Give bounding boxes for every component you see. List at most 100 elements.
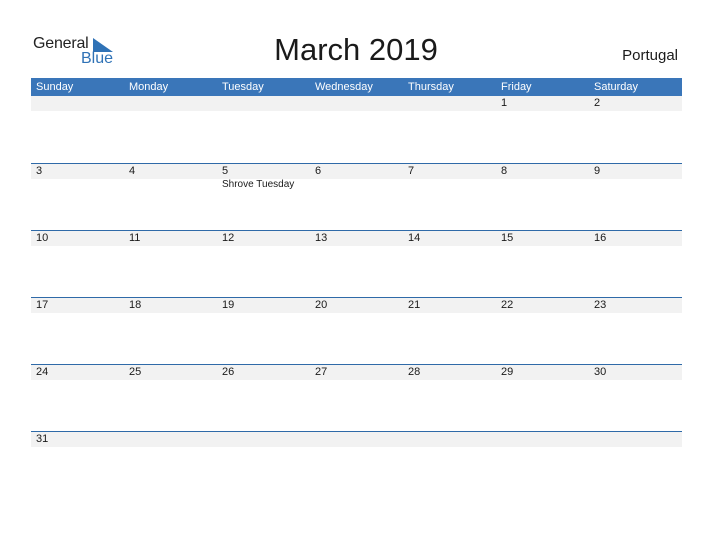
day-cell: 25 [124,365,217,431]
day-cell: 26 [217,365,310,431]
day-cell: 8 [496,164,589,230]
day-number: 5 [222,165,229,177]
calendar-week: 31 [31,431,682,498]
day-cell: 12 [217,231,310,297]
country-label: Portugal [622,47,678,64]
day-cell: 2 [589,96,682,162]
day-number: 3 [36,165,43,177]
day-cell: 10 [31,231,124,297]
day-number [408,96,496,111]
day-cell [403,96,496,162]
day-cell [310,96,403,162]
weekday-monday: Monday [129,81,169,93]
day-number [501,432,589,447]
day-cell [31,96,124,162]
day-cell [310,432,403,498]
day-number [129,432,217,447]
page-title: March 2019 [274,32,438,67]
weekday-saturday: Saturday [594,81,639,93]
day-number: 29 [501,366,514,378]
day-cell: 17 [31,298,124,364]
day-cell: 16 [589,231,682,297]
day-number: 11 [129,232,141,244]
day-number [222,96,310,111]
day-number: 23 [594,299,607,311]
day-cell: 9 [589,164,682,230]
day-number: 18 [129,299,142,311]
day-cell: 15 [496,231,589,297]
day-number: 24 [36,366,49,378]
weekday-friday: Friday [501,81,532,93]
day-number: 30 [594,366,607,378]
calendar-weeks: 1 2 3 4 5 Shrove Tuesday 6 7 8 9 10 11 12 13 14 15 16 17 1… [31,96,682,498]
day-number: 20 [315,299,328,311]
day-cell: 14 [403,231,496,297]
calendar-week: 3 4 5 Shrove Tuesday 6 7 8 9 [31,163,682,230]
day-number [315,96,403,111]
day-cell: 19 [217,298,310,364]
day-number: 4 [129,165,136,177]
day-cell: 23 [589,298,682,364]
day-number [36,96,124,111]
calendar-grid: Sunday Monday Tuesday Wednesday Thursday Frid… [31,78,682,498]
day-number: 25 [129,366,142,378]
calendar-week: 10 11 12 13 14 15 16 [31,230,682,297]
day-cell: 27 [310,365,403,431]
day-number: 6 [315,165,322,177]
day-number: 9 [594,165,601,177]
day-cell [403,432,496,498]
day-cell [124,432,217,498]
holiday-label: Shrove Tuesday [222,179,295,190]
day-number: 16 [594,232,607,244]
calendar-week: 12 [31,96,682,163]
day-number: 21 [408,299,421,311]
day-cell: 11 [124,231,217,297]
day-number [129,96,217,111]
day-cell: 7 [403,164,496,230]
day-number: 31 [36,433,49,445]
day-number [222,432,310,447]
day-number: 12 [222,232,235,244]
day-cell: 30 [589,365,682,431]
day-cell [217,96,310,162]
day-cell: 3 [31,164,124,230]
day-number [315,432,403,447]
day-number: 8 [501,165,508,177]
day-cell: 13 [310,231,403,297]
day-cell: 22 [496,298,589,364]
day-number: 2 [594,97,601,109]
weekday-sunday: Sunday [36,81,74,93]
day-number: 15 [501,232,514,244]
day-number: 17 [36,299,49,311]
day-number [408,432,496,447]
day-cell: 4 [124,164,217,230]
day-cell [496,432,589,498]
day-number: 26 [222,366,235,378]
calendar-week: 17 18 19 20 21 22 23 [31,297,682,364]
day-cell [589,432,682,498]
day-cell: 6 [310,164,403,230]
day-cell: 31 [31,432,124,498]
day-cell [217,432,310,498]
weekday-thursday: Thursday [408,81,454,93]
day-cell: 20 [310,298,403,364]
day-cell: 1 [496,96,589,162]
day-number: 19 [222,299,235,311]
day-cell [124,96,217,162]
day-number: 14 [408,232,421,244]
day-cell: 24 [31,365,124,431]
day-number [594,432,682,447]
day-number: 10 [36,232,49,244]
day-number: 22 [501,299,514,311]
day-cell: 18 [124,298,217,364]
day-cell: 21 [403,298,496,364]
weekday-tuesday: Tuesday [222,81,264,93]
day-number: 13 [315,232,328,244]
calendar-week: 24 25 26 27 28 29 30 [31,364,682,431]
weekday-header: Sunday Monday Tuesday Wednesday Thursday Frid… [31,78,682,96]
day-number: 7 [408,165,415,177]
day-number: 1 [501,97,508,109]
weekday-wednesday: Wednesday [315,81,373,93]
day-cell: 29 [496,365,589,431]
day-cell: 5 Shrove Tuesday [217,164,310,230]
